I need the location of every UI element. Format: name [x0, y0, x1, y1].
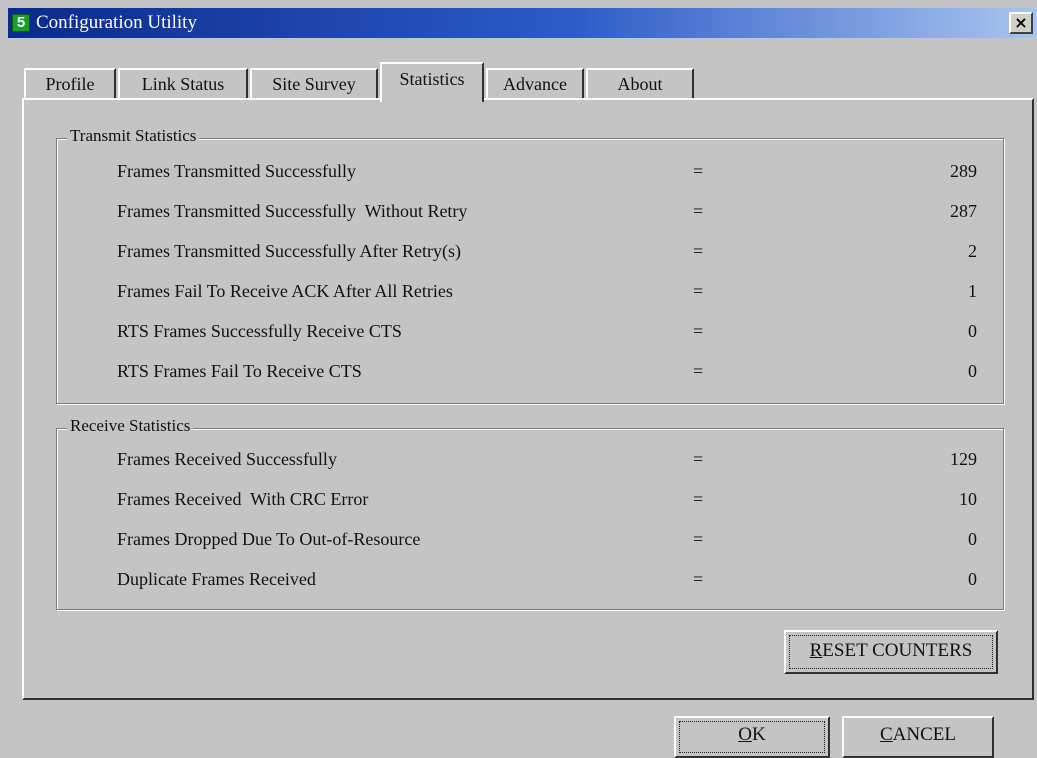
- transmit-group-title: Transmit Statistics: [67, 126, 200, 146]
- reset-counters-button[interactable]: RESET COUNTERS: [784, 630, 998, 674]
- stat-row: RTS Frames Successfully Receive CTS = 0: [117, 321, 977, 347]
- app-icon: 5: [12, 14, 30, 32]
- tab-about[interactable]: About: [586, 68, 694, 100]
- transmit-statistics-group: Transmit Statistics Frames Transmitted S…: [56, 126, 1004, 404]
- tab-link-status[interactable]: Link Status: [118, 68, 248, 100]
- stat-row: Frames Transmitted Successfully = 289: [117, 161, 977, 187]
- stat-row: Frames Transmitted Successfully Without …: [117, 201, 977, 227]
- title-bar: 5 Configuration Utility ×: [8, 8, 1037, 38]
- stat-value: 2: [968, 241, 977, 261]
- stat-value: 0: [968, 529, 977, 549]
- reset-mnemonic: R: [809, 640, 823, 661]
- stat-row: Duplicate Frames Received = 0: [117, 569, 977, 595]
- stat-label: Frames Transmitted Successfully: [117, 161, 356, 181]
- receive-group-title: Receive Statistics: [67, 416, 194, 436]
- stat-label: RTS Frames Successfully Receive CTS: [117, 321, 402, 341]
- stat-label: RTS Frames Fail To Receive CTS: [117, 361, 362, 381]
- stat-label: Duplicate Frames Received: [117, 569, 316, 589]
- ok-mnemonic: O: [738, 724, 752, 745]
- stat-label: Frames Received With CRC Error: [117, 489, 369, 509]
- statistics-panel: Transmit Statistics Frames Transmitted S…: [22, 98, 1034, 700]
- stat-label: Frames Received Successfully: [117, 449, 337, 469]
- stat-label: Frames Transmitted Successfully Without …: [117, 201, 468, 221]
- stat-value: 10: [959, 489, 977, 509]
- cancel-mnemonic: C: [879, 724, 893, 745]
- stat-equals: =: [693, 449, 704, 469]
- stat-value: 1: [968, 281, 977, 301]
- stat-row: Frames Transmitted Successfully After Re…: [117, 241, 977, 267]
- ok-label: OK: [738, 724, 765, 745]
- stat-equals: =: [693, 281, 704, 301]
- window-title: Configuration Utility: [36, 12, 197, 33]
- stat-row: Frames Received Successfully = 129: [117, 449, 977, 475]
- stat-value: 289: [950, 161, 977, 181]
- ok-button[interactable]: OK: [674, 716, 830, 758]
- tab-advance[interactable]: Advance: [486, 68, 584, 100]
- stat-equals: =: [693, 489, 704, 509]
- stat-equals: =: [693, 161, 704, 181]
- tab-profile[interactable]: Profile: [24, 68, 116, 100]
- reset-counters-label: RESET COUNTERS: [810, 640, 973, 661]
- stat-value: 287: [950, 201, 977, 221]
- stat-label: Frames Fail To Receive ACK After All Ret…: [117, 281, 453, 301]
- close-button[interactable]: ×: [1009, 12, 1033, 34]
- stat-row: Frames Received With CRC Error = 10: [117, 489, 977, 515]
- receive-statistics-group: Receive Statistics Frames Received Succe…: [56, 416, 1004, 610]
- reset-label-rest: ESET COUNTERS: [822, 640, 973, 661]
- cancel-label: CANCEL: [880, 724, 956, 745]
- cancel-label-rest: ANCEL: [892, 724, 956, 745]
- stat-label: Frames Transmitted Successfully After Re…: [117, 241, 461, 261]
- stat-equals: =: [693, 241, 704, 261]
- stat-row: RTS Frames Fail To Receive CTS = 0: [117, 361, 977, 387]
- stat-equals: =: [693, 201, 704, 221]
- stat-equals: =: [693, 529, 704, 549]
- stat-equals: =: [693, 569, 704, 589]
- stat-row: Frames Dropped Due To Out-of-Resource = …: [117, 529, 977, 555]
- stat-equals: =: [693, 361, 704, 381]
- stat-row: Frames Fail To Receive ACK After All Ret…: [117, 281, 977, 307]
- tab-site-survey[interactable]: Site Survey: [250, 68, 378, 100]
- stat-value: 129: [950, 449, 977, 469]
- stat-equals: =: [693, 321, 704, 341]
- stat-value: 0: [968, 569, 977, 589]
- stat-value: 0: [968, 321, 977, 341]
- tab-statistics[interactable]: Statistics: [380, 62, 484, 102]
- cancel-button[interactable]: CANCEL: [842, 716, 994, 758]
- stat-label: Frames Dropped Due To Out-of-Resource: [117, 529, 421, 549]
- ok-label-rest: K: [752, 724, 766, 745]
- stat-value: 0: [968, 361, 977, 381]
